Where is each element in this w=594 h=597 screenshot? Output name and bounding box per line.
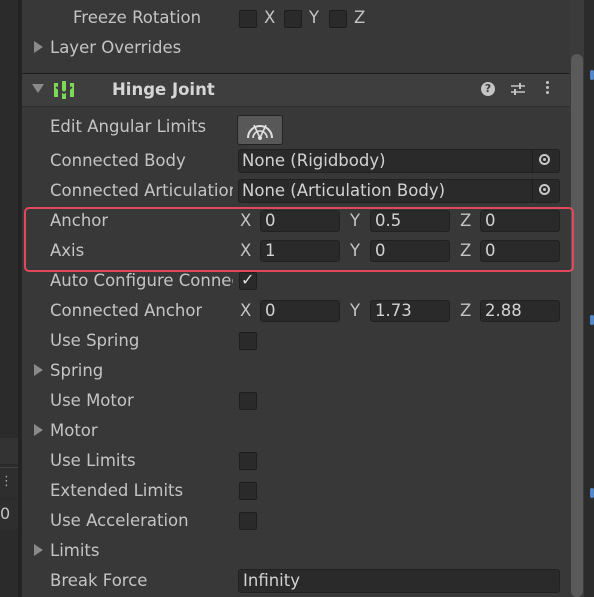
left-panel-edge: ⋮ 0 — [0, 0, 22, 597]
break-force-label: Break Force — [50, 571, 148, 590]
edit-angular-limits-row: Edit Angular Limits — [22, 112, 570, 142]
foldout-arrow-icon[interactable] — [34, 364, 43, 376]
anchor-y-letter: Y — [350, 211, 361, 230]
connected-articulation-label: Connected Articulation Body — [50, 181, 233, 200]
use-acceleration-row: Use Acceleration — [22, 506, 570, 536]
help-icon[interactable]: ? — [481, 82, 495, 96]
anchor-label: Anchor — [50, 211, 109, 230]
use-motor-label: Use Motor — [50, 391, 134, 410]
connected-anchor-x-letter: X — [240, 301, 252, 320]
anchor-x-letter: X — [240, 211, 252, 230]
axis-y-field[interactable]: 0 — [370, 240, 450, 262]
axis-x-field[interactable]: 1 — [260, 240, 340, 262]
extended-limits-row: Extended Limits — [22, 476, 570, 506]
connected-anchor-x-field[interactable]: 0 — [260, 300, 340, 322]
blue-marker-icon — [590, 488, 594, 498]
connected-body-row: Connected Body None (Rigidbody) — [22, 146, 570, 176]
object-picker-icon[interactable] — [532, 180, 559, 202]
anchor-z-letter: Z — [460, 211, 472, 230]
hinge-joint-icon — [54, 81, 74, 99]
freeze-rotation-row: Freeze Rotation X Y Z — [22, 3, 570, 33]
left-panel-row — [0, 438, 18, 464]
use-acceleration-checkbox[interactable] — [239, 512, 257, 530]
connected-anchor-label: Connected Anchor — [50, 301, 203, 320]
auto-configure-checkbox[interactable] — [239, 270, 257, 290]
auto-configure-row: Auto Configure Connected Anchor — [22, 266, 570, 296]
axis-label: Axis — [50, 241, 85, 260]
foldout-arrow-icon[interactable] — [34, 544, 43, 556]
presets-icon[interactable] — [510, 81, 526, 97]
connected-articulation-row: Connected Articulation Body None (Articu… — [22, 176, 570, 206]
layer-overrides-foldout[interactable]: Layer Overrides — [22, 33, 570, 63]
freeze-rotation-label: Freeze Rotation — [73, 8, 202, 27]
connected-anchor-z-letter: Z — [460, 301, 472, 320]
freeze-rotation-x-label: X — [264, 8, 276, 27]
axis-z-field[interactable]: 0 — [480, 240, 560, 262]
foldout-arrow-icon[interactable] — [34, 41, 43, 53]
blue-marker-icon — [590, 70, 594, 80]
use-limits-row: Use Limits — [22, 446, 570, 476]
anchor-x-field[interactable]: 0 — [260, 210, 340, 232]
connected-body-value: None (Rigidbody) — [242, 151, 386, 170]
freeze-rotation-y-label: Y — [309, 8, 320, 27]
scrollbar-track[interactable] — [570, 0, 584, 597]
blue-marker-icon — [590, 315, 594, 325]
limits-label: Limits — [50, 541, 100, 560]
inspector-panel: Freeze Rotation X Y Z Layer Overrides Hi… — [22, 0, 570, 597]
use-limits-checkbox[interactable] — [239, 452, 257, 470]
auto-configure-label: Auto Configure Connected Anchor — [50, 271, 233, 290]
use-acceleration-label: Use Acceleration — [50, 511, 189, 530]
angular-limits-icon — [247, 124, 273, 140]
hinge-joint-header[interactable]: Hinge Joint ? — [22, 73, 570, 107]
right-edge — [570, 0, 594, 597]
use-motor-row: Use Motor — [22, 386, 570, 416]
motor-label: Motor — [50, 421, 98, 440]
axis-z-letter: Z — [460, 241, 472, 260]
foldout-arrow-icon[interactable] — [34, 424, 43, 436]
connected-body-label: Connected Body — [50, 151, 186, 170]
spring-foldout[interactable]: Spring — [22, 356, 570, 386]
limits-foldout[interactable]: Limits — [22, 536, 570, 566]
scrollbar-thumb[interactable] — [571, 54, 583, 597]
extended-limits-checkbox[interactable] — [239, 482, 257, 500]
freeze-rotation-x-checkbox[interactable] — [239, 10, 257, 28]
extended-limits-label: Extended Limits — [50, 481, 184, 500]
left-panel-value: 0 — [0, 504, 11, 523]
axis-x-letter: X — [240, 241, 252, 260]
motor-foldout[interactable]: Motor — [22, 416, 570, 446]
connected-anchor-y-letter: Y — [350, 301, 361, 320]
edit-angular-limits-label: Edit Angular Limits — [50, 117, 207, 136]
collapse-arrow-icon[interactable] — [32, 84, 44, 93]
anchor-y-field[interactable]: 0.5 — [370, 210, 450, 232]
more-options-icon[interactable] — [544, 80, 550, 98]
use-spring-row: Use Spring — [22, 326, 570, 356]
use-spring-checkbox[interactable] — [239, 332, 257, 350]
axis-y-letter: Y — [350, 241, 361, 260]
anchor-row: Anchor X 0 Y 0.5 Z 0 — [22, 206, 570, 236]
component-title: Hinge Joint — [112, 80, 215, 99]
freeze-rotation-z-checkbox[interactable] — [329, 10, 347, 28]
freeze-rotation-z-label: Z — [354, 8, 366, 27]
use-spring-label: Use Spring — [50, 331, 140, 350]
freeze-rotation-y-checkbox[interactable] — [284, 10, 302, 28]
connected-body-field[interactable]: None (Rigidbody) — [238, 149, 560, 173]
axis-row: Axis X 1 Y 0 Z 0 — [22, 236, 570, 266]
connected-anchor-row: Connected Anchor X 0 Y 1.73 Z 2.88 — [22, 296, 570, 326]
break-force-row: Break Force Infinity — [22, 566, 570, 596]
use-motor-checkbox[interactable] — [239, 392, 257, 410]
left-panel-dots: ⋮ — [0, 474, 13, 489]
layer-overrides-label: Layer Overrides — [50, 38, 182, 57]
connected-articulation-field[interactable]: None (Articulation Body) — [238, 179, 560, 203]
connected-anchor-y-field[interactable]: 1.73 — [370, 300, 450, 322]
spring-label: Spring — [50, 361, 104, 380]
connected-anchor-z-field[interactable]: 2.88 — [480, 300, 560, 322]
use-limits-label: Use Limits — [50, 451, 136, 470]
edit-angular-limits-button[interactable] — [237, 115, 283, 145]
connected-articulation-value: None (Articulation Body) — [242, 181, 446, 200]
anchor-z-field[interactable]: 0 — [480, 210, 560, 232]
object-picker-icon[interactable] — [532, 150, 559, 172]
right-panel-edge — [584, 0, 594, 597]
break-force-field[interactable]: Infinity — [238, 569, 560, 593]
